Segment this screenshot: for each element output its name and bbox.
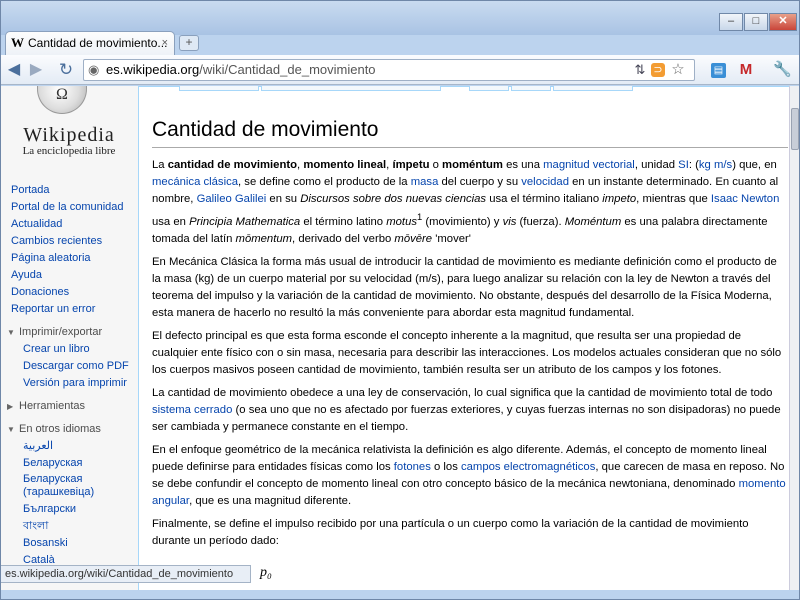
puzzle-globe-icon: Ω	[37, 86, 87, 114]
page-title: Cantidad de movimiento	[152, 117, 788, 148]
formula: p₀	[260, 565, 272, 580]
link-fotones[interactable]: fotones	[394, 461, 431, 473]
lang-link[interactable]: العربية	[1, 438, 137, 455]
title-bar	[1, 1, 799, 35]
link-masa[interactable]: masa	[411, 176, 439, 188]
back-button[interactable]: ◀	[3, 59, 25, 81]
page-tabs	[179, 86, 739, 91]
portlet-lang-label: En otros idiomas	[19, 423, 101, 435]
print-link-pdf[interactable]: Descargar como PDF	[1, 358, 137, 375]
wikipedia-favicon-icon: W	[11, 35, 24, 50]
link-newton[interactable]: Isaac Newton	[711, 193, 779, 205]
browser-toolbar: ◀ ▶ ↻ ◉ es.wikipedia.org/wiki/Cantidad_de…	[1, 55, 799, 85]
paragraph-2: En Mecánica Clásica la forma más usual d…	[152, 255, 777, 319]
print-link-book[interactable]: Crear un libro	[1, 341, 137, 358]
scrollbar-thumb[interactable]	[791, 108, 799, 150]
link-sistema-cerrado[interactable]: sistema cerrado	[152, 404, 232, 416]
lang-link[interactable]: Беларуская (тарашкевіца)	[1, 472, 137, 501]
wikipedia-logo[interactable]: Ω Wikipedia La enciclopedia libre	[5, 86, 133, 166]
logo-wordmark: Wikipedia	[23, 124, 115, 146]
rss-icon[interactable]: ⊃	[651, 63, 665, 77]
paragraph-4: La cantidad de movimiento obedece a una …	[152, 386, 781, 433]
sidebar-item-portal[interactable]: Portal de la comunidad	[1, 199, 137, 216]
triangle-down-icon: ▼	[7, 425, 15, 434]
lang-link[interactable]: Беларуская	[1, 455, 137, 472]
lang-link[interactable]: বাংলা	[1, 518, 137, 535]
link-galileo[interactable]: Galileo Galilei	[197, 193, 267, 205]
link-campos-electromagneticos[interactable]: campos electromagnéticos	[461, 461, 595, 473]
triangle-down-icon: ▼	[7, 328, 15, 337]
extension-icon[interactable]: ▤	[711, 63, 726, 78]
minimize-button[interactable]: –	[719, 13, 743, 31]
forward-button[interactable]: ▶	[25, 59, 47, 81]
bookmark-star-icon[interactable]: ☆	[669, 61, 687, 79]
sidebar-item-aleatoria[interactable]: Página aleatoria	[1, 250, 137, 267]
tab-close-icon[interactable]: ×	[162, 32, 168, 54]
globe-icon: ◉	[88, 62, 100, 77]
status-bar: es.wikipedia.org/wiki/Cantidad_de_movimi…	[1, 565, 251, 583]
sidebar-item-reportar[interactable]: Reportar un error	[1, 301, 137, 318]
portlet-print-label: Imprimir/exportar	[19, 326, 103, 338]
link-kg-m-s[interactable]: kg m/s	[699, 159, 732, 171]
portlet-print-header[interactable]: ▼ Imprimir/exportar	[1, 324, 137, 341]
portlet-tools-header[interactable]: ▶ Herramientas	[1, 398, 137, 415]
tab-article[interactable]	[179, 86, 259, 91]
tab-read[interactable]	[469, 86, 509, 91]
sidebar-item-ayuda[interactable]: Ayuda	[1, 267, 137, 284]
tab-history[interactable]	[553, 86, 633, 91]
article-content: Cantidad de movimiento La cantidad de mo…	[138, 86, 789, 590]
paragraph-5: En el enfoque geométrico de la mecánica …	[152, 443, 786, 507]
puzzle-glyph: Ω	[56, 86, 68, 103]
link-magnitud-vectorial[interactable]: magnitud vectorial	[543, 159, 635, 171]
close-window-button[interactable]: ✕	[769, 13, 797, 31]
new-tab-button[interactable]: +	[179, 35, 199, 51]
link-velocidad[interactable]: velocidad	[521, 176, 569, 188]
url-host: es.wikipedia.org	[106, 62, 200, 77]
browser-window: – □ ✕ W Cantidad de movimiento... × + ◀ …	[0, 0, 800, 600]
tab-discussion[interactable]	[261, 86, 441, 91]
gmail-icon[interactable]: M	[737, 61, 755, 79]
sidebar-item-portada[interactable]: Portada	[1, 182, 137, 199]
address-bar[interactable]: ◉ es.wikipedia.org/wiki/Cantidad_de_movim…	[83, 59, 695, 81]
logo-tagline: La enciclopedia libre	[22, 145, 116, 157]
sidebar-item-actualidad[interactable]: Actualidad	[1, 216, 137, 233]
lang-link[interactable]: Български	[1, 501, 137, 518]
portlet-tools-label: Herramientas	[19, 400, 86, 412]
tab-title: Cantidad de movimiento...	[28, 36, 168, 50]
wrench-menu-icon[interactable]: 🔧	[773, 61, 792, 79]
paragraph-6: Finalmente, se define el impulso recibid…	[152, 517, 749, 547]
vertical-scrollbar[interactable]	[789, 86, 799, 590]
reload-button[interactable]: ↻	[55, 59, 77, 81]
portlet-lang-header[interactable]: ▼ En otros idiomas	[1, 421, 137, 438]
print-link-printable[interactable]: Versión para imprimir	[1, 375, 137, 392]
maximize-button[interactable]: □	[744, 13, 768, 31]
link-si[interactable]: SI	[678, 159, 689, 171]
paragraph-intro: La cantidad de movimiento, momento linea…	[152, 159, 780, 245]
url-path: /wiki/Cantidad_de_movimiento	[199, 62, 376, 77]
link-mecanica-clasica[interactable]: mecánica clásica	[152, 176, 238, 188]
browser-tab[interactable]: W Cantidad de movimiento... ×	[5, 31, 175, 55]
translate-icon[interactable]: ⇅	[631, 61, 649, 79]
tab-edit[interactable]	[511, 86, 551, 91]
sidebar: Portada Portal de la comunidad Actualida…	[1, 182, 137, 569]
sidebar-item-donaciones[interactable]: Donaciones	[1, 284, 137, 301]
page-viewport: Ω Wikipedia La enciclopedia libre Portad…	[1, 86, 799, 590]
sidebar-item-cambios[interactable]: Cambios recientes	[1, 233, 137, 250]
lang-link[interactable]: Bosanski	[1, 535, 137, 552]
paragraph-3: El defecto principal es que esta forma e…	[152, 329, 782, 376]
triangle-right-icon: ▶	[7, 402, 14, 411]
